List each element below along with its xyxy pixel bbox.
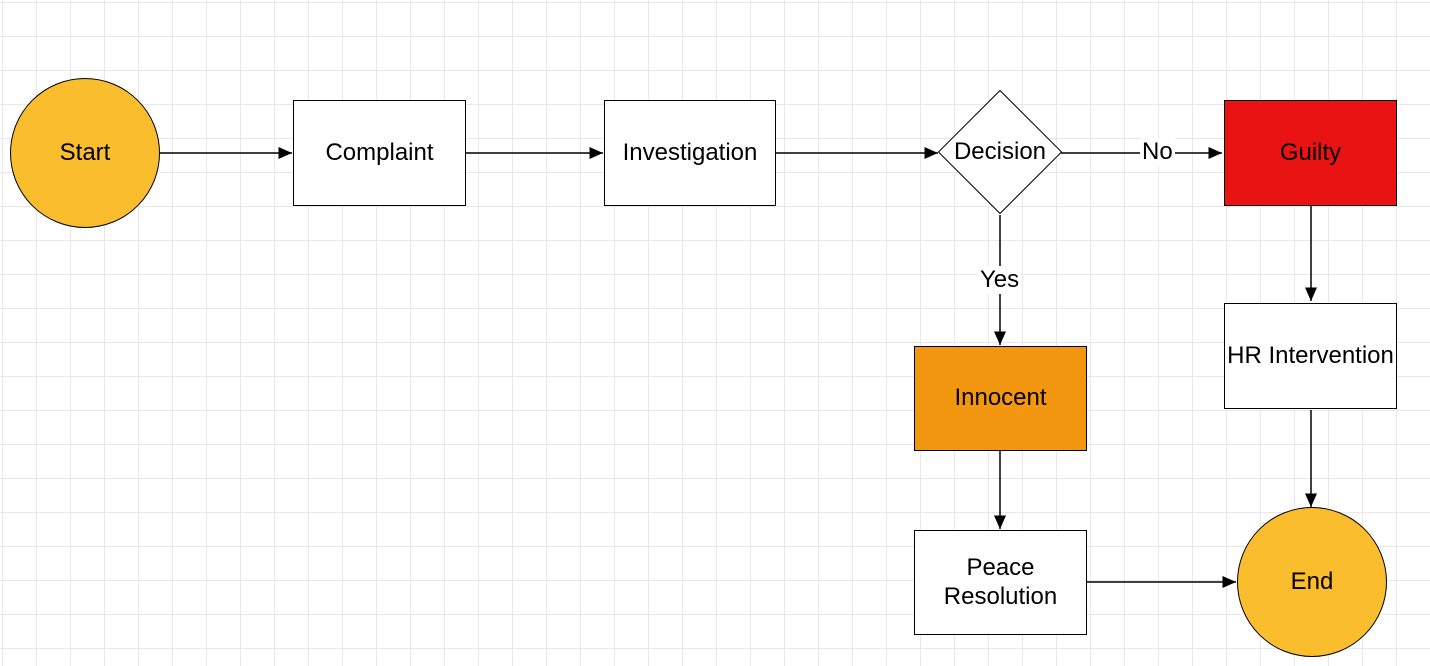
peace-resolution-node[interactable]: Peace Resolution [914, 530, 1087, 635]
peace-label: Peace Resolution [915, 554, 1086, 612]
hr-intervention-node[interactable]: HR Intervention [1224, 303, 1397, 409]
innocent-label: Innocent [954, 384, 1046, 413]
decision-node[interactable]: Decision [938, 90, 1062, 214]
decision-label: Decision [953, 139, 1048, 165]
edge-label-no: No [1140, 138, 1175, 166]
flowchart-canvas[interactable]: Start Complaint Investigation Decision G… [0, 0, 1430, 666]
guilty-node[interactable]: Guilty [1224, 100, 1397, 206]
innocent-node[interactable]: Innocent [914, 346, 1087, 451]
end-label: End [1291, 568, 1334, 597]
complaint-node[interactable]: Complaint [293, 100, 466, 206]
investigation-node[interactable]: Investigation [604, 100, 776, 206]
start-node[interactable]: Start [10, 78, 160, 228]
end-node[interactable]: End [1237, 507, 1387, 657]
guilty-label: Guilty [1280, 139, 1341, 168]
start-label: Start [60, 139, 111, 168]
hr-label: HR Intervention [1227, 342, 1394, 371]
complaint-label: Complaint [325, 139, 433, 168]
investigation-label: Investigation [623, 139, 758, 168]
edge-label-yes: Yes [978, 266, 1021, 294]
